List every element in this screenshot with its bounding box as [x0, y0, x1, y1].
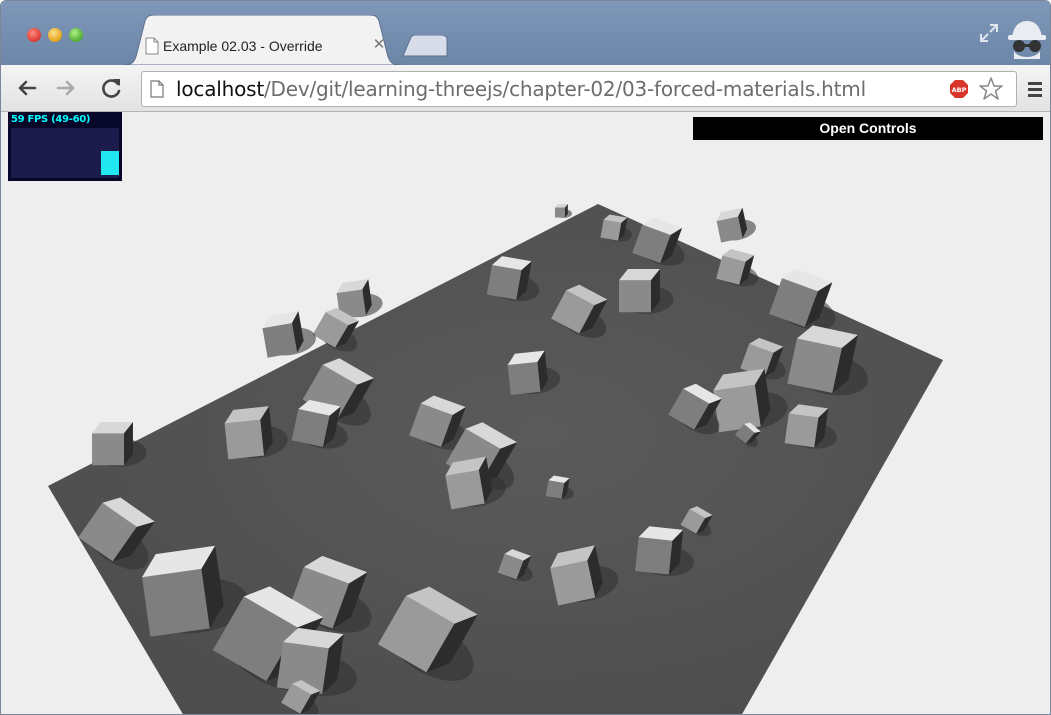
fps-stats-panel[interactable]: 59 FPS (49-60) [8, 112, 122, 181]
cube-face [635, 537, 673, 575]
cube-face [713, 384, 761, 433]
close-window-button[interactable] [27, 28, 41, 42]
cube [92, 422, 147, 467]
tab-strip: Example 02.03 - Override ✕ [1, 1, 1050, 65]
page-icon [145, 37, 159, 55]
cube [716, 207, 756, 243]
menu-icon[interactable] [1025, 79, 1045, 99]
tab-title: Example 02.03 - Override [163, 38, 323, 54]
page-info-icon[interactable] [150, 80, 164, 98]
cube [555, 204, 572, 218]
cube-face [445, 470, 485, 510]
fps-graph-bar [101, 151, 119, 175]
fps-graph [11, 128, 119, 178]
cube-face [262, 322, 298, 358]
open-controls-button[interactable]: Open Controls [693, 117, 1043, 140]
cube-face [224, 419, 265, 460]
webgl-canvas[interactable] [8, 112, 1051, 715]
cube-face [291, 408, 330, 447]
cube-face [787, 338, 842, 394]
browser-window: Example 02.03 - Override ✕ localhost/Dev… [0, 0, 1051, 715]
back-arrow-icon[interactable] [15, 75, 41, 101]
cube-face [619, 280, 651, 313]
url-text: localhost/Dev/git/learning-threejs/chapt… [176, 77, 866, 101]
address-bar[interactable]: localhost/Dev/git/learning-threejs/chapt… [141, 71, 1017, 107]
cube-face [784, 413, 819, 448]
adblock-icon[interactable]: ABP [949, 79, 969, 99]
reload-icon[interactable] [99, 75, 125, 101]
cube-face [486, 264, 522, 300]
cube-face [142, 568, 210, 637]
cube-face [555, 207, 565, 218]
new-tab-button[interactable] [401, 34, 449, 57]
bookmark-star-icon[interactable] [978, 76, 1004, 102]
cube-face [507, 361, 541, 395]
page-content: 59 FPS (49-60) Open Controls [8, 112, 1051, 715]
tab-active[interactable]: Example 02.03 - Override ✕ [123, 15, 401, 65]
incognito-icon [1006, 15, 1048, 61]
cube-face [550, 560, 596, 606]
forward-arrow-icon[interactable] [53, 75, 79, 101]
url-path: /Dev/git/learning-threejs/chapter-02/03-… [263, 77, 866, 101]
cube-face [716, 216, 743, 243]
cube [262, 311, 316, 358]
svg-text:ABP: ABP [952, 86, 967, 94]
cube-face [92, 433, 124, 466]
cube-face [545, 480, 565, 499]
fps-label: 59 FPS (49-60) [11, 114, 91, 125]
zoom-window-button[interactable] [69, 28, 83, 42]
url-host: localhost [176, 77, 264, 101]
tab-close-icon[interactable]: ✕ [371, 35, 387, 55]
fullscreen-icon[interactable] [979, 23, 999, 43]
minimize-window-button[interactable] [48, 28, 62, 42]
cube-face [600, 219, 622, 241]
